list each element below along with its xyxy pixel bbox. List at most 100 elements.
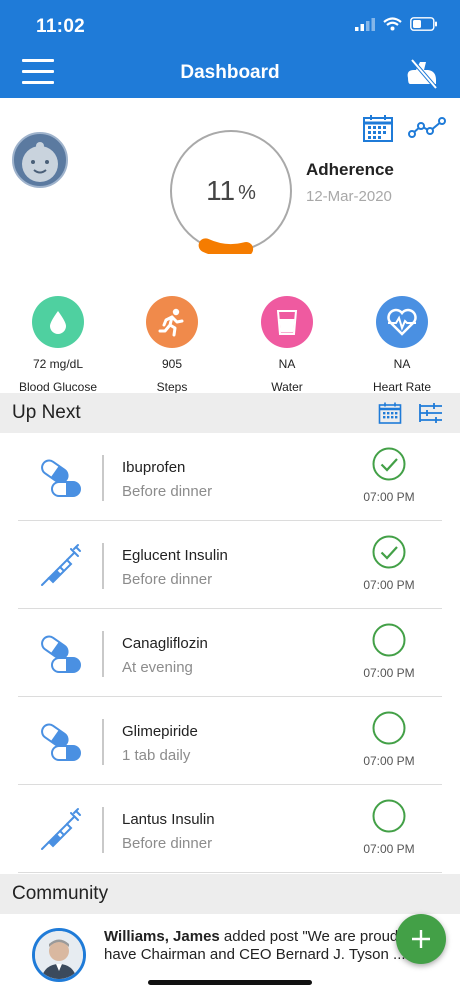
- medication-note: 1 tab daily: [122, 747, 191, 764]
- calendar-icon: [378, 402, 402, 424]
- up-next-filter-button[interactable]: [418, 402, 444, 424]
- up-next-header: Up Next: [0, 393, 460, 433]
- mark-taken-toggle[interactable]: [372, 711, 406, 745]
- divider: [102, 631, 104, 677]
- divider: [102, 455, 104, 501]
- calendar-icon: [363, 115, 393, 142]
- nav-bar: Dashboard: [0, 46, 460, 98]
- empty-circle-icon: [372, 799, 406, 833]
- checked-circle-icon: [372, 535, 406, 569]
- medication-type-icon: [38, 631, 84, 677]
- post-author-avatar[interactable]: [32, 928, 86, 982]
- medication-time: 07:00 PM: [363, 754, 415, 768]
- metric-blood-glucose[interactable]: 72 mg/dL Blood Glucose: [3, 296, 113, 394]
- baby-face-icon: [22, 142, 58, 182]
- medication-type-icon: [38, 719, 84, 765]
- up-next-item[interactable]: Ibuprofen Before dinner 07:00 PM: [18, 433, 442, 521]
- metric-circle: [376, 296, 428, 348]
- post-text: Williams, James added post "We are proud…: [104, 928, 424, 964]
- medication-name: Eglucent Insulin: [122, 547, 228, 564]
- medication-time: 07:00 PM: [363, 842, 415, 856]
- adherence-percent: 11%: [168, 128, 294, 254]
- calendar-button[interactable]: [362, 114, 394, 142]
- metric-label: Steps: [156, 380, 188, 394]
- glass-icon: [276, 310, 298, 335]
- droplet-icon: [50, 311, 66, 334]
- adherence-date: 12-Mar-2020: [306, 188, 392, 205]
- medication-type-icon: [38, 807, 84, 853]
- status-time: 11:02: [36, 16, 86, 37]
- up-next-item[interactable]: Lantus Insulin Before dinner 07:00 PM: [18, 785, 442, 873]
- divider: [102, 807, 104, 853]
- divider: [102, 719, 104, 765]
- medication-type-icon: [38, 543, 84, 589]
- empty-circle-icon: [372, 623, 406, 657]
- trend-line-icon: [408, 117, 446, 138]
- filter-sliders-icon: [419, 403, 442, 423]
- adherence-percent-sign: %: [238, 181, 256, 204]
- medication-note: Before dinner: [122, 571, 213, 588]
- metric-value: NA: [278, 357, 296, 371]
- metric-value: NA: [393, 357, 411, 371]
- profile-avatar[interactable]: [12, 132, 68, 188]
- divider: [102, 543, 104, 589]
- adherence-section: 11% Adherence 12-Mar-2020 72 mg/dL Blood…: [0, 98, 460, 394]
- metric-circle: [261, 296, 313, 348]
- post-author: Williams, James: [104, 928, 220, 945]
- adherence-label: Adherence: [306, 160, 394, 179]
- medication-note: At evening: [122, 659, 193, 676]
- up-next-item[interactable]: Eglucent Insulin Before dinner 07:00 PM: [18, 521, 442, 609]
- adherence-percent-value: 11: [206, 175, 236, 206]
- pill-icon: [41, 459, 81, 497]
- add-button[interactable]: [396, 914, 446, 964]
- mark-taken-toggle[interactable]: [372, 447, 406, 481]
- metric-value: 72 mg/dL: [32, 357, 84, 371]
- up-next-title: Up Next: [12, 402, 81, 423]
- status-bar: 11:02: [0, 0, 460, 46]
- battery-icon: [410, 17, 437, 31]
- mark-taken-toggle[interactable]: [372, 535, 406, 569]
- mark-taken-toggle[interactable]: [372, 623, 406, 657]
- medication-note: Before dinner: [122, 835, 213, 852]
- up-next-item[interactable]: Canagliflozin At evening 07:00 PM: [18, 609, 442, 697]
- metric-heart-rate[interactable]: NA Heart Rate: [347, 296, 457, 394]
- up-next-calendar-button[interactable]: [378, 402, 402, 424]
- metric-label: Blood Glucose: [18, 380, 98, 394]
- syringe-icon: [41, 808, 81, 850]
- device-off-icon: [407, 58, 438, 90]
- metric-label: Heart Rate: [372, 380, 432, 394]
- medication-time: 07:00 PM: [363, 578, 415, 592]
- pill-icon: [41, 723, 81, 761]
- trend-button[interactable]: [408, 116, 448, 140]
- medication-name: Lantus Insulin: [122, 811, 215, 828]
- metric-value: 905: [161, 357, 183, 371]
- medication-time: 07:00 PM: [363, 666, 415, 680]
- medication-time: 07:00 PM: [363, 490, 415, 504]
- medication-note: Before dinner: [122, 483, 213, 500]
- runner-icon: [158, 308, 184, 337]
- pill-icon: [41, 635, 81, 673]
- metric-steps[interactable]: 905 Steps: [117, 296, 227, 394]
- metric-label: Water: [271, 380, 303, 394]
- medication-name: Canagliflozin: [122, 635, 208, 652]
- page-title: Dashboard: [180, 62, 280, 83]
- empty-circle-icon: [372, 711, 406, 745]
- status-icons: [355, 17, 438, 31]
- community-header: Community: [0, 874, 460, 914]
- metric-circle: [146, 296, 198, 348]
- person-photo-icon: [35, 931, 83, 979]
- medication-name: Ibuprofen: [122, 459, 186, 476]
- heart-rate-icon: [387, 308, 417, 336]
- checked-circle-icon: [372, 447, 406, 481]
- syringe-icon: [41, 544, 81, 586]
- metric-water[interactable]: NA Water: [232, 296, 342, 394]
- home-indicator: [148, 980, 312, 985]
- medication-type-icon: [38, 455, 84, 501]
- plus-icon: [412, 930, 430, 948]
- community-title: Community: [12, 883, 109, 904]
- wifi-icon: [383, 17, 402, 31]
- up-next-item[interactable]: Glimepiride 1 tab daily 07:00 PM: [18, 697, 442, 785]
- mark-taken-toggle[interactable]: [372, 799, 406, 833]
- device-sync-button[interactable]: [402, 54, 442, 92]
- signal-icon: [355, 17, 375, 31]
